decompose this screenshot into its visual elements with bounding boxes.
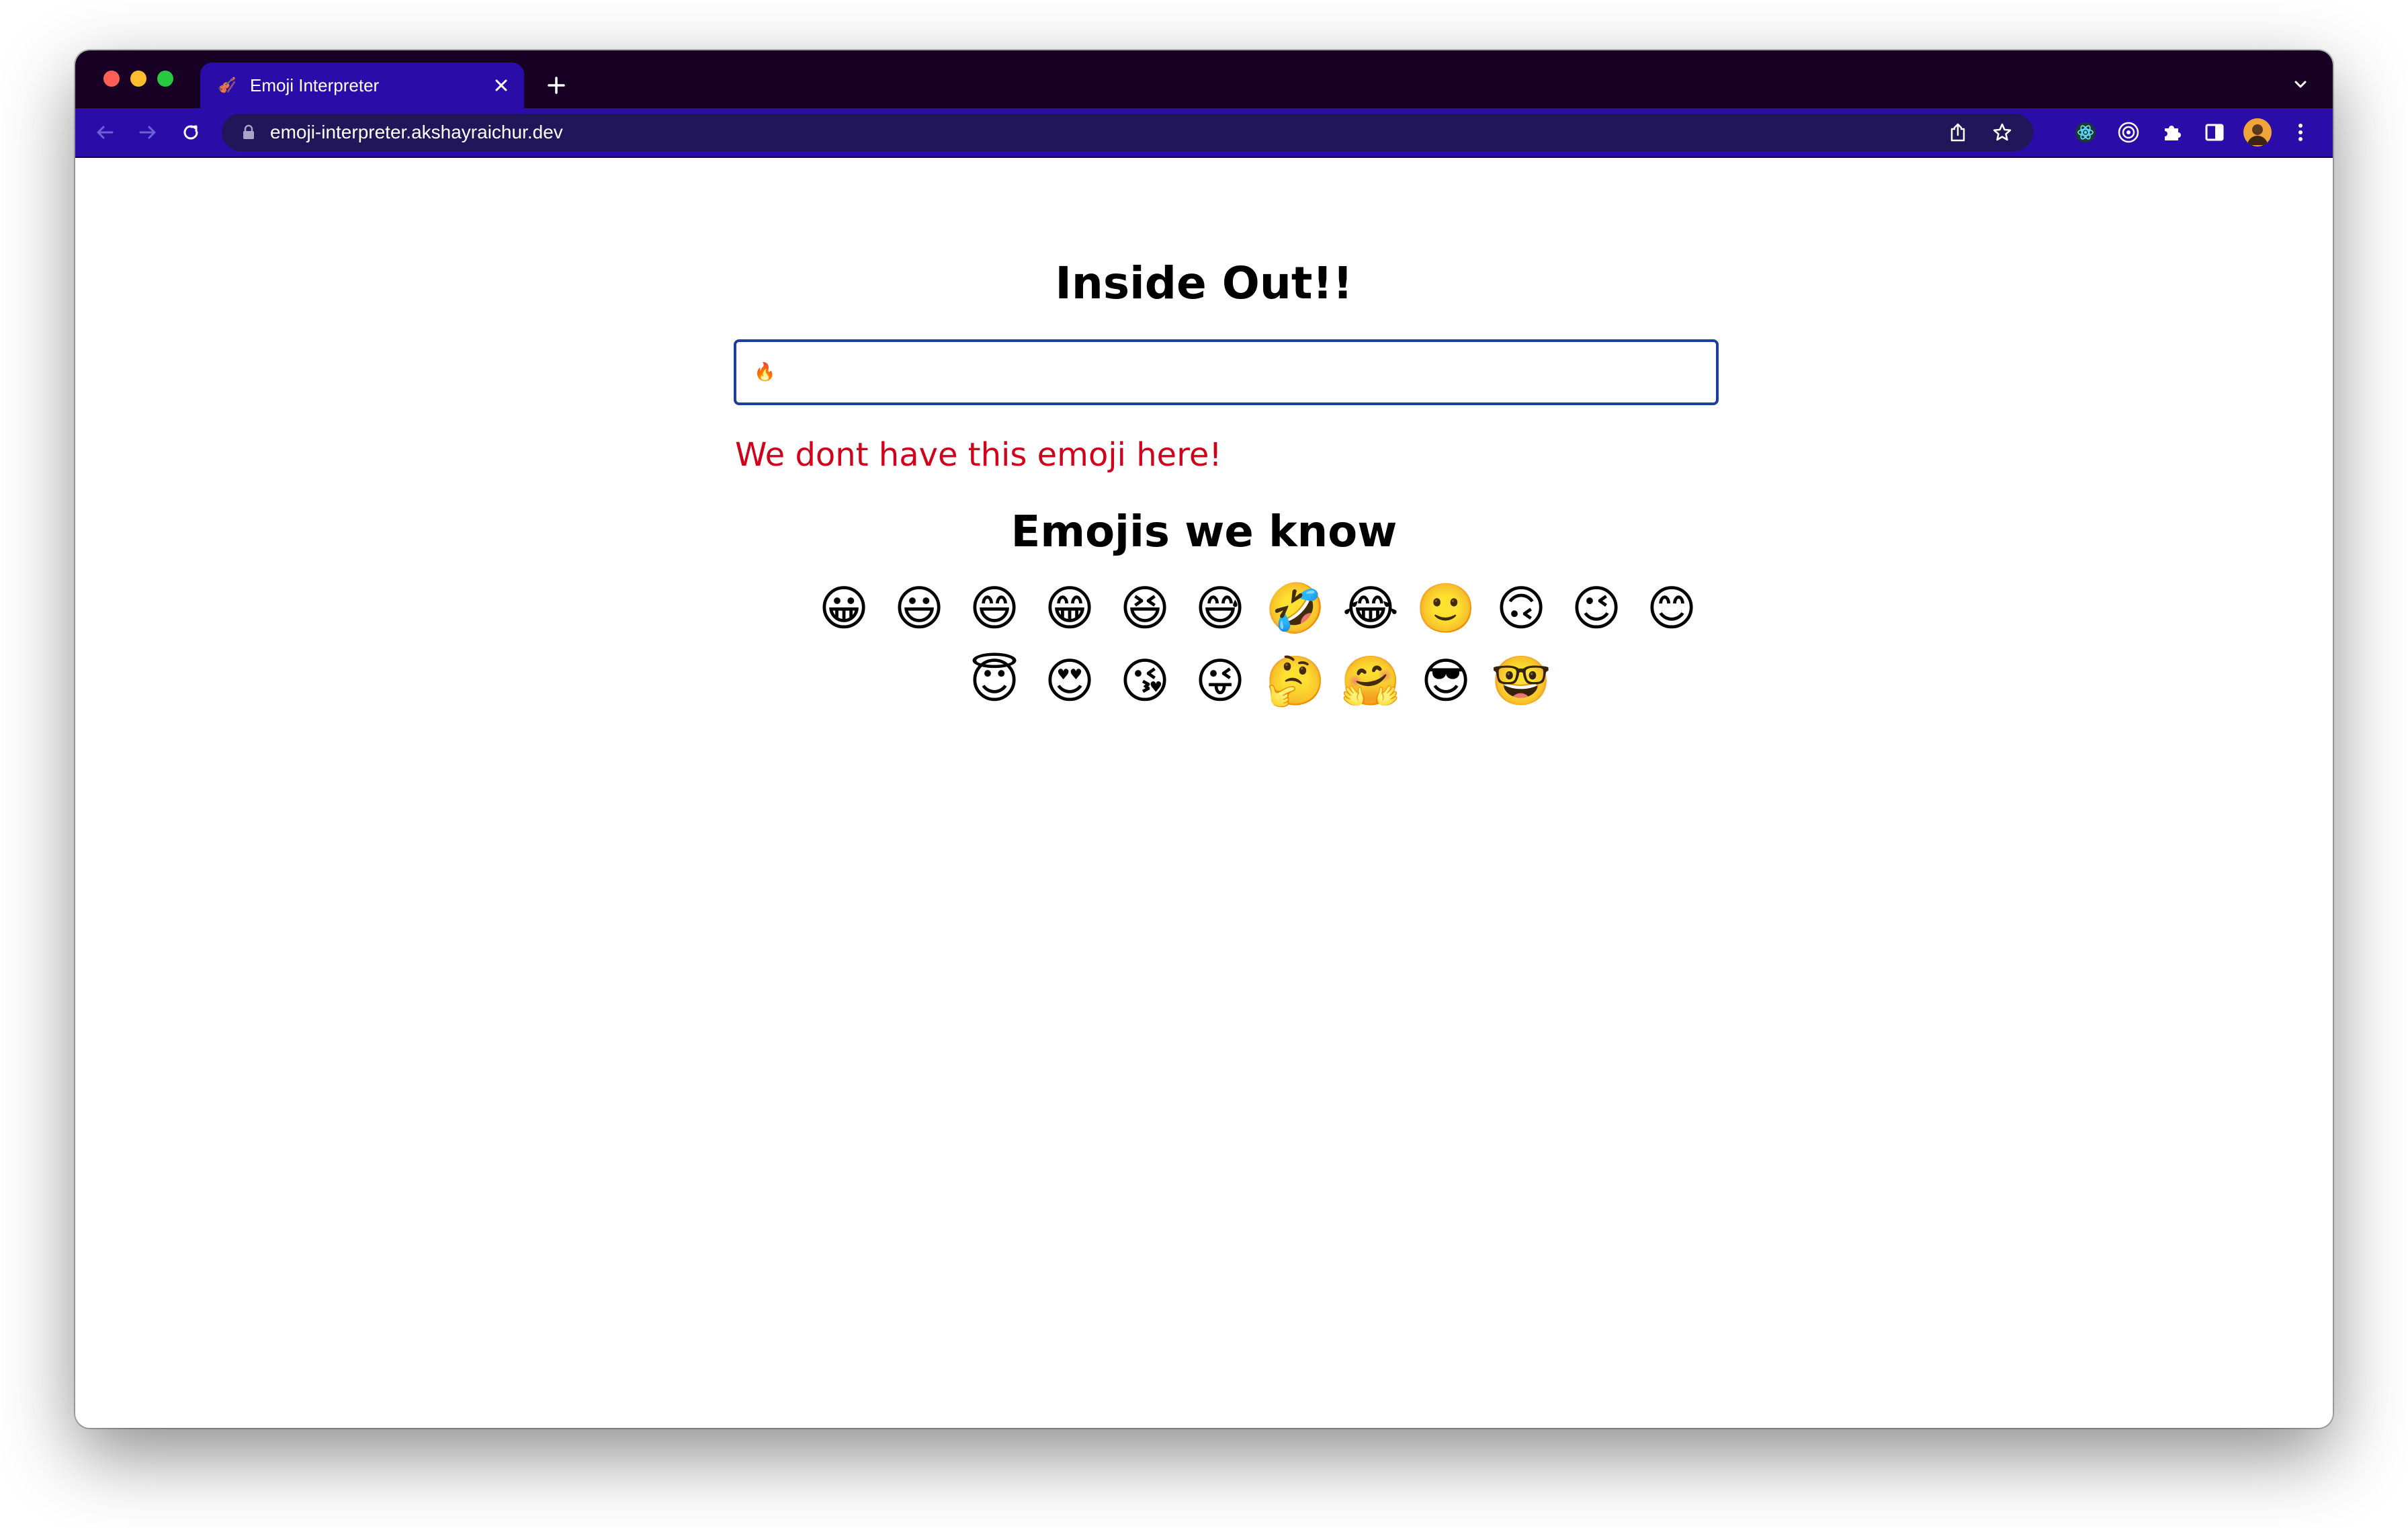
emoji-item[interactable]: 😊 (1634, 580, 1709, 636)
emoji-item[interactable]: 😀 (806, 580, 882, 636)
forward-arrow-icon[interactable] (133, 118, 163, 147)
browser-window: 🎻 Emoji Interpreter emoji-interpreter.ak… (75, 50, 2333, 1428)
emoji-not-found-message: We dont have this emoji here! (735, 436, 1222, 474)
tab-close-icon[interactable] (488, 72, 515, 99)
emoji-item[interactable]: 😉 (1559, 580, 1634, 636)
emoji-item[interactable]: 🤔 (1258, 652, 1333, 709)
emoji-item[interactable]: 🙂 (1408, 580, 1484, 636)
tab-strip: 🎻 Emoji Interpreter (75, 50, 2333, 108)
emoji-item[interactable]: 😘 (1107, 652, 1182, 709)
emoji-item[interactable]: 🤣 (1258, 580, 1333, 636)
extensions-puzzle-icon[interactable] (2157, 118, 2186, 147)
emoji-item[interactable]: 😎 (1408, 652, 1484, 709)
page-content: Inside Out!! 🔥 We dont have this emoji h… (75, 158, 2333, 1428)
emoji-item[interactable]: 😜 (1182, 652, 1258, 709)
tab-emoji-interpreter[interactable]: 🎻 Emoji Interpreter (200, 62, 524, 108)
emoji-item[interactable]: 😁 (1032, 580, 1107, 636)
new-tab-plus-icon[interactable] (539, 68, 574, 103)
tab-title: Emoji Interpreter (250, 75, 380, 95)
emoji-item[interactable]: 😂 (1333, 580, 1408, 636)
reload-icon[interactable] (176, 118, 206, 147)
page-title: Inside Out!! (1055, 257, 1353, 309)
profile-avatar[interactable] (2243, 118, 2272, 147)
avatar-icon (2243, 118, 2272, 146)
emoji-item[interactable]: 😃 (882, 580, 957, 636)
tab-favicon-icon: 🎻 (218, 77, 236, 93)
maximize-window-button[interactable] (157, 71, 173, 87)
side-panel-icon[interactable] (2200, 118, 2229, 147)
bookmark-star-icon[interactable] (1987, 118, 2017, 147)
share-icon[interactable] (1943, 118, 1973, 147)
emoji-item[interactable]: 😄 (957, 580, 1032, 636)
browser-toolbar: emoji-interpreter.akshayraichur.dev (75, 108, 2333, 158)
target-extension-icon[interactable] (2114, 118, 2143, 147)
close-window-button[interactable] (103, 71, 120, 87)
lock-icon[interactable] (239, 123, 258, 142)
url-text[interactable]: emoji-interpreter.akshayraichur.dev (270, 122, 563, 143)
back-arrow-icon[interactable] (90, 118, 120, 147)
emoji-item[interactable]: 😇 (957, 652, 1032, 709)
emoji-item[interactable]: 😅 (1182, 580, 1258, 636)
known-emojis-heading: Emojis we know (1010, 507, 1398, 557)
emoji-item[interactable]: 🙃 (1484, 580, 1559, 636)
emoji-input[interactable] (734, 339, 1719, 405)
known-emojis-list: 😀 😃 😄 😁 😆 😅 🤣 😂 🙂 🙃 😉 😊 😇 😍 😘 😜 🤔 🤗 😎 🤓 (801, 580, 1715, 709)
emoji-input-value: 🔥 (754, 362, 776, 382)
minimize-window-button[interactable] (130, 71, 146, 87)
emoji-item[interactable]: 😍 (1032, 652, 1107, 709)
tab-search-chevron-down-icon[interactable] (2284, 68, 2317, 100)
react-devtools-icon[interactable] (2071, 118, 2100, 147)
browser-menu-kebab-icon[interactable] (2286, 118, 2315, 147)
emoji-item[interactable]: 🤓 (1484, 652, 1559, 709)
emoji-item[interactable]: 😆 (1107, 580, 1182, 636)
emoji-item[interactable]: 🤗 (1333, 652, 1408, 709)
address-bar[interactable]: emoji-interpreter.akshayraichur.dev (222, 114, 2033, 151)
